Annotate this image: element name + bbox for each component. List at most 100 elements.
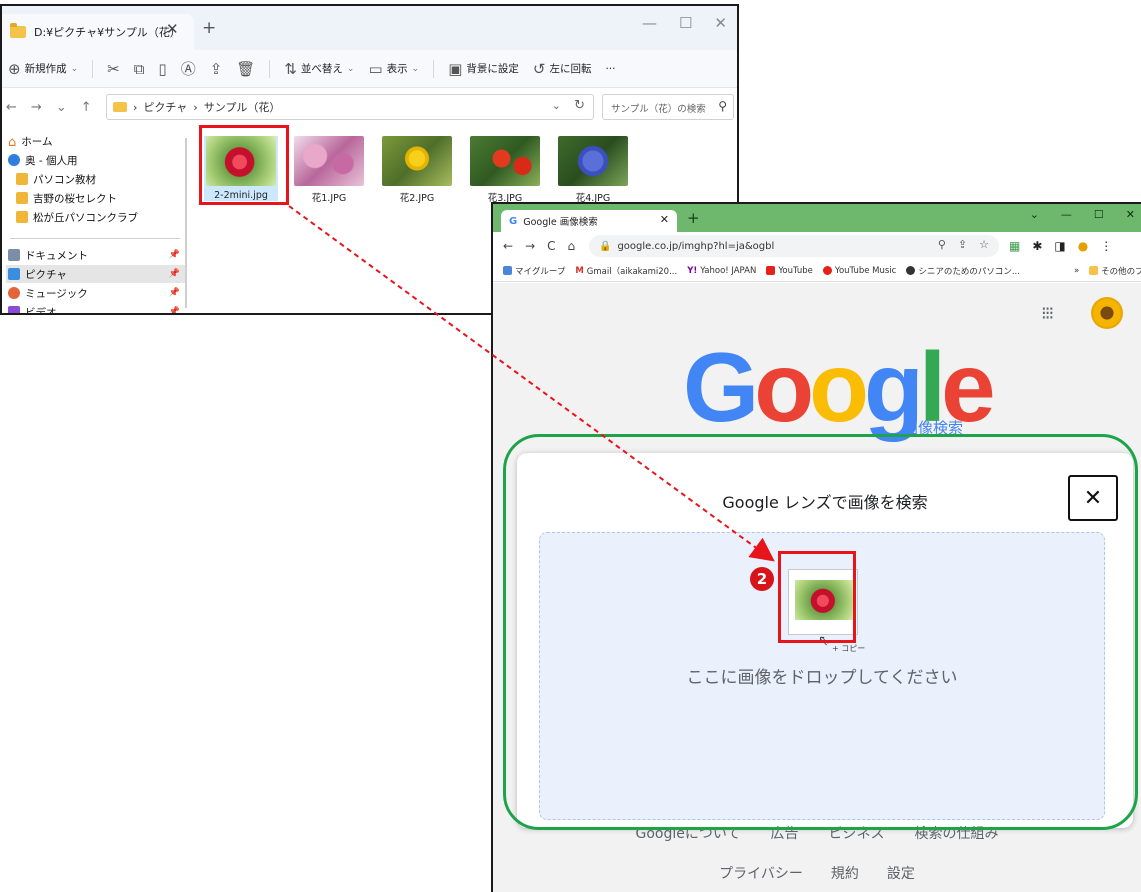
close-dialog-button[interactable]: ✕ [1068,475,1118,521]
reload-icon[interactable]: C [547,239,555,253]
bookmark-youtube-music[interactable]: YouTube Music [822,266,896,276]
nav-item-home[interactable]: ⌂ ホーム [6,132,186,150]
back-arrow-icon[interactable]: ← [503,239,513,253]
zoom-icon[interactable]: ⚲ [938,238,946,251]
menu-dots-icon[interactable]: ⋮ [1100,239,1112,253]
url-bar[interactable]: 🔒 google.co.jp/imghp?hl=ja&ogbl ⚲ ⇪ ☆ [589,235,999,257]
bookmark-gmail[interactable]: M Gmail（aikakami20... [575,265,677,277]
share-icon[interactable]: ⇪ [958,238,967,251]
footer-link-terms[interactable]: 規約 [831,863,859,883]
file-thumbnail[interactable]: 花3.JPG [468,136,542,204]
bookmark-yahoo[interactable]: Y! Yahoo! JAPAN [687,266,756,276]
nav-item-onedrive[interactable]: 奥 - 個人用 [6,151,186,169]
nav-item-matsugaoka[interactable]: 松が丘パソコンクラブ [14,208,194,226]
chrome-toolbar: ← → C ⌂ 🔒 google.co.jp/imghp?hl=ja&ogbl … [493,232,1141,260]
footer-link-about[interactable]: Googleについて [636,823,741,843]
share-button[interactable]: ⇪ [210,60,223,78]
bookmark-senior[interactable]: シニアのためのパソコン... [906,265,1020,277]
explorer-titlebar: D:¥ピクチャ¥サンプル（花） ✕ + — ☐ ✕ [2,6,737,50]
chevron-down-icon[interactable]: ⌄ [1030,208,1039,221]
nav-item-pc-material[interactable]: パソコン教材 [14,170,194,188]
document-icon [8,249,20,261]
footer-link-privacy[interactable]: プライバシー [719,863,803,883]
close-icon[interactable]: ✕ [1126,208,1135,221]
minimize-icon[interactable]: — [1061,208,1072,221]
profile-icon[interactable]: ● [1078,239,1088,253]
bookmarks-overflow[interactable]: » [1074,266,1079,276]
explorer-search-input[interactable]: サンプル（花）の検索 ⚲ [602,94,734,120]
star-icon[interactable]: ☆ [979,238,989,251]
chevron-down-icon[interactable]: ⌄ [552,99,561,112]
footer-links-row1: Googleについて 広告 ビジネス 検索の仕組み [493,823,1141,843]
copy-button[interactable]: ⧉ [134,60,145,78]
chrome-tab[interactable]: G Google 画像検索 ✕ [501,210,677,232]
sort-icon: ⇅ [284,59,297,78]
sort-button[interactable]: ⇅ 並べ替え ⌄ [284,60,354,78]
footer-link-how-search[interactable]: 検索の仕組み [914,823,998,843]
apps-grid-icon[interactable]: ⁝⁝⁝ [1041,303,1054,324]
paste-icon: ▯ [158,59,167,78]
nav-scrollbar[interactable] [185,138,187,308]
bookmark-other[interactable]: その他のブックマーク [1089,265,1141,277]
forward-arrow-icon[interactable]: → [525,239,535,253]
new-tab-button[interactable]: + [202,18,216,38]
footer-links-row2: プライバシー 規約 設定 [493,863,1141,883]
maximize-icon[interactable]: ☐ [1094,208,1104,221]
puzzle-icon[interactable]: ✱ [1032,239,1042,253]
file-thumbnail[interactable]: 花1.JPG [292,136,366,204]
search-icon: ⚲ [718,99,727,113]
bookmark-youtube[interactable]: YouTube [766,266,813,276]
bookmark-mygroup[interactable]: マイグループ [503,265,565,277]
maximize-icon[interactable]: ☐ [679,14,692,32]
delete-button[interactable]: 🗑 [236,60,255,78]
file-thumbnail[interactable]: 花2.JPG [380,136,454,204]
nav-item-music[interactable]: ミュージック 📌 [6,284,186,302]
cut-button[interactable]: ✂ [107,60,120,78]
paste-button[interactable]: ▯ [158,60,166,78]
view-button[interactable]: ▭ 表示 ⌄ [368,60,419,78]
pictures-icon [8,268,20,280]
navigation-pane: ⌂ ホーム 奥 - 個人用 パソコン教材 吉野の桜セレクト 松が丘パソコンクラブ … [2,126,194,313]
pin-icon: 📌 [168,288,180,298]
explorer-address-bar[interactable]: › ピクチャ › サンプル（花） ⌄ ↻ [106,94,594,120]
explorer-tab[interactable]: D:¥ピクチャ¥サンプル（花） ✕ [2,14,194,50]
gmail-icon: M [575,265,584,276]
home-icon[interactable]: ⌂ [568,239,576,253]
sidepanel-icon[interactable]: ◨ [1054,239,1065,253]
back-arrow-icon[interactable]: ← [6,100,17,115]
copy-indicator: + コピー [832,644,866,653]
new-button[interactable]: ⊕ 新規作成 ⌄ [8,60,78,78]
file-thumbnail[interactable]: 花4.JPG [556,136,630,204]
close-icon[interactable]: ✕ [660,213,669,226]
more-button[interactable]: ··· [605,63,615,75]
rotate-left-button[interactable]: ↺ 左に回転 [533,60,592,78]
file-image [382,136,452,186]
forward-arrow-icon[interactable]: → [31,100,42,115]
bookmarks-bar: マイグループ M Gmail（aikakami20... Y! Yahoo! JAP… [493,260,1141,282]
close-icon[interactable]: ✕ [714,14,727,32]
minimize-icon[interactable]: — [642,14,657,32]
footer-link-settings[interactable]: 設定 [887,863,915,883]
nav-item-pictures[interactable]: ピクチャ 📌 [6,265,186,283]
extension-icon[interactable]: ▦ [1009,239,1020,253]
lock-icon: 🔒 [599,240,612,252]
breadcrumb-sample[interactable]: サンプル（花） [204,99,281,115]
nav-item-videos[interactable]: ビデオ 📌 [6,303,186,313]
up-arrow-icon[interactable]: ↑ [81,100,92,115]
highlight-box-drop-target [778,551,856,643]
footer-link-ads[interactable]: 広告 [770,823,798,843]
nav-divider [10,238,180,239]
toolbar-divider [92,59,94,78]
close-icon[interactable]: ✕ [166,20,179,38]
set-background-button[interactable]: ▣ 背景に設定 [448,60,519,78]
nav-item-documents[interactable]: ドキュメント 📌 [6,246,186,264]
new-tab-button[interactable]: + [687,209,700,227]
breadcrumb-pictures[interactable]: ピクチャ [143,99,187,115]
footer-link-business[interactable]: ビジネス [828,823,884,843]
recent-chevron-icon[interactable]: ⌄ [56,100,67,115]
folder-icon [16,211,28,223]
rename-button[interactable]: Ⓐ [181,58,196,79]
nav-item-yoshino[interactable]: 吉野の桜セレクト [14,189,194,207]
refresh-icon[interactable]: ↻ [574,98,585,113]
avatar[interactable] [1091,297,1123,329]
